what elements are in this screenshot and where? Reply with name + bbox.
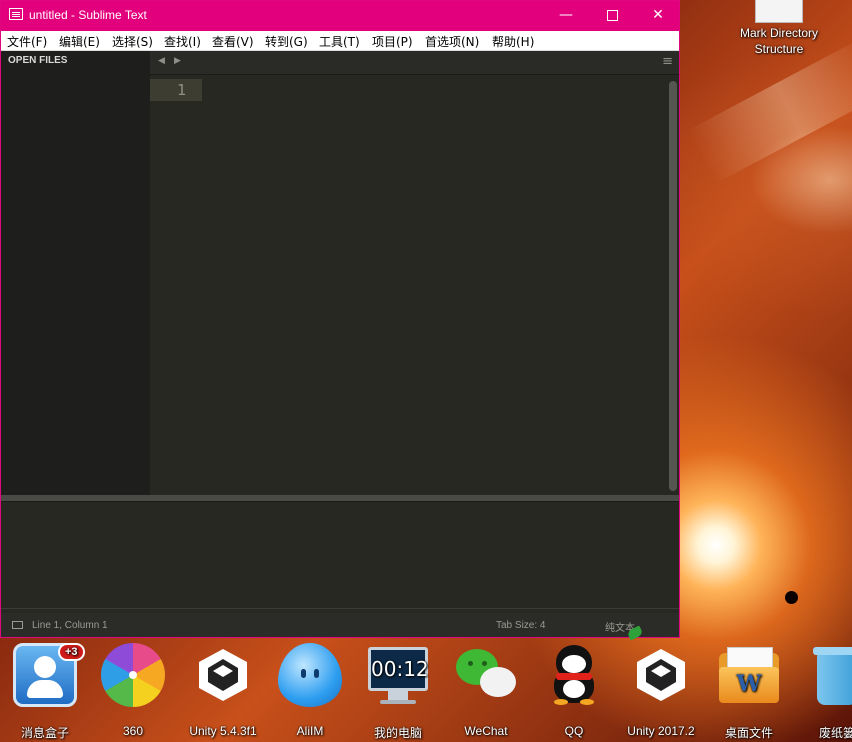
penguin-foot: [580, 699, 594, 705]
dock-message-box[interactable]: +3 消息盒子: [0, 643, 90, 740]
word-glyph: W: [719, 667, 779, 703]
tab-prev-icon[interactable]: ◀: [158, 56, 165, 66]
tab-menu-icon[interactable]: ≡: [662, 54, 673, 69]
document-icon: [755, 0, 803, 23]
dock-label: 我的电脑: [373, 726, 422, 740]
notification-badge: +3: [58, 643, 85, 661]
person-body: [27, 680, 63, 698]
dock-360[interactable]: 360: [88, 643, 178, 738]
360-browser-icon: [101, 643, 165, 707]
desktop-files-folder-icon: W: [717, 643, 781, 707]
dock-unity-2017[interactable]: Unity 2017.2: [616, 643, 706, 738]
menu-find[interactable]: 查找(I): [164, 33, 201, 50]
menu-goto[interactable]: 转到(G): [265, 33, 308, 50]
console-panel[interactable]: [1, 501, 679, 609]
window-title: untitled - Sublime Text: [29, 8, 147, 22]
tab-size[interactable]: Tab Size: 4: [496, 620, 545, 631]
bin-can: [817, 653, 852, 705]
qq-icon: [542, 643, 606, 707]
menu-edit[interactable]: 编辑(E): [59, 33, 100, 50]
person-head: [34, 656, 56, 678]
sublime-window: untitled - Sublime Text — ✕ 文件(F) 编辑(E) …: [0, 0, 680, 638]
dock-desktop-files[interactable]: W 桌面文件: [704, 643, 794, 740]
menu-preferences[interactable]: 首选项(N): [425, 33, 479, 50]
my-computer-icon: 00:12: [366, 643, 430, 707]
dock-wechat[interactable]: WeChat: [441, 643, 531, 738]
eye-right: [314, 669, 319, 678]
bubble-dot: [468, 661, 473, 666]
wallpaper-dot: [785, 591, 798, 604]
dock-label: WeChat: [464, 724, 508, 738]
bin-lid: [813, 647, 852, 655]
editor-area[interactable]: 1: [150, 75, 667, 495]
eye-left: [301, 669, 306, 678]
dock-label: 360: [122, 724, 144, 738]
dock-my-computer[interactable]: 00:12 我的电脑: [353, 643, 443, 740]
bubble-white: [480, 667, 516, 697]
panel-toggle-icon[interactable]: [12, 621, 23, 629]
unity-logo: [199, 649, 247, 701]
trash-icon: [805, 643, 852, 707]
sidebar: OPEN FILES: [1, 51, 150, 495]
tab-bar: ◀ ▶ ≡: [150, 51, 679, 75]
title-bar[interactable]: untitled - Sublime Text — ✕: [1, 1, 679, 31]
cursor-position: Line 1, Column 1: [32, 620, 108, 631]
aliim-icon: [278, 643, 342, 707]
tab-next-icon[interactable]: ▶: [174, 56, 181, 66]
maximize-button[interactable]: [589, 1, 635, 31]
bubble-dot: [482, 661, 487, 666]
menu-project[interactable]: 项目(P): [372, 33, 413, 50]
dock-trash[interactable]: 废纸篓: [792, 643, 852, 740]
menu-bar: 文件(F) 编辑(E) 选择(S) 查找(I) 查看(V) 转到(G) 工具(T…: [1, 31, 679, 51]
unity-logo: [637, 649, 685, 701]
dock-label: QQ: [564, 724, 584, 738]
desktop-icon-label: Mark Directory Structure: [739, 26, 818, 56]
dock-qq[interactable]: QQ: [529, 643, 619, 738]
monitor-base: [380, 700, 416, 704]
wechat-icon: [454, 643, 518, 707]
penguin-foot: [554, 699, 568, 705]
open-files-header: OPEN FILES: [8, 55, 68, 66]
menu-selection[interactable]: 选择(S): [112, 33, 153, 50]
dock-unity-543[interactable]: Unity 5.4.3f1: [178, 643, 268, 738]
dock-label: Unity 2017.2: [627, 724, 695, 738]
penguin-belly: [563, 680, 585, 698]
monitor-clock: 00:12: [368, 647, 429, 691]
minimize-button[interactable]: —: [543, 1, 589, 31]
editor-scrollbar[interactable]: [669, 81, 677, 491]
line-number: 1: [176, 81, 186, 99]
dock-label: AliIM: [296, 724, 324, 738]
dock-label: 桌面文件: [724, 726, 773, 740]
dock-label: 废纸篓: [818, 726, 852, 740]
menu-tools[interactable]: 工具(T): [319, 33, 360, 50]
menu-file[interactable]: 文件(F): [7, 33, 47, 50]
dock-aliim[interactable]: AliIM: [265, 643, 355, 738]
menu-view[interactable]: 查看(V): [212, 33, 254, 50]
desktop-icon-mark-directory[interactable]: Mark Directory Structure: [724, 0, 834, 57]
status-bar: Line 1, Column 1 Tab Size: 4 纯文本: [1, 613, 679, 637]
penguin-scarf: [556, 673, 592, 680]
penguin-face: [562, 655, 586, 673]
unity-icon: [629, 643, 693, 707]
sublime-app-icon: [9, 8, 23, 20]
menu-help[interactable]: 帮助(H): [492, 33, 534, 50]
maximize-icon: [606, 10, 618, 21]
dock-label: Unity 5.4.3f1: [189, 724, 257, 738]
unity-icon: [191, 643, 255, 707]
dock-label: 消息盒子: [20, 726, 69, 740]
close-button[interactable]: ✕: [635, 1, 681, 31]
